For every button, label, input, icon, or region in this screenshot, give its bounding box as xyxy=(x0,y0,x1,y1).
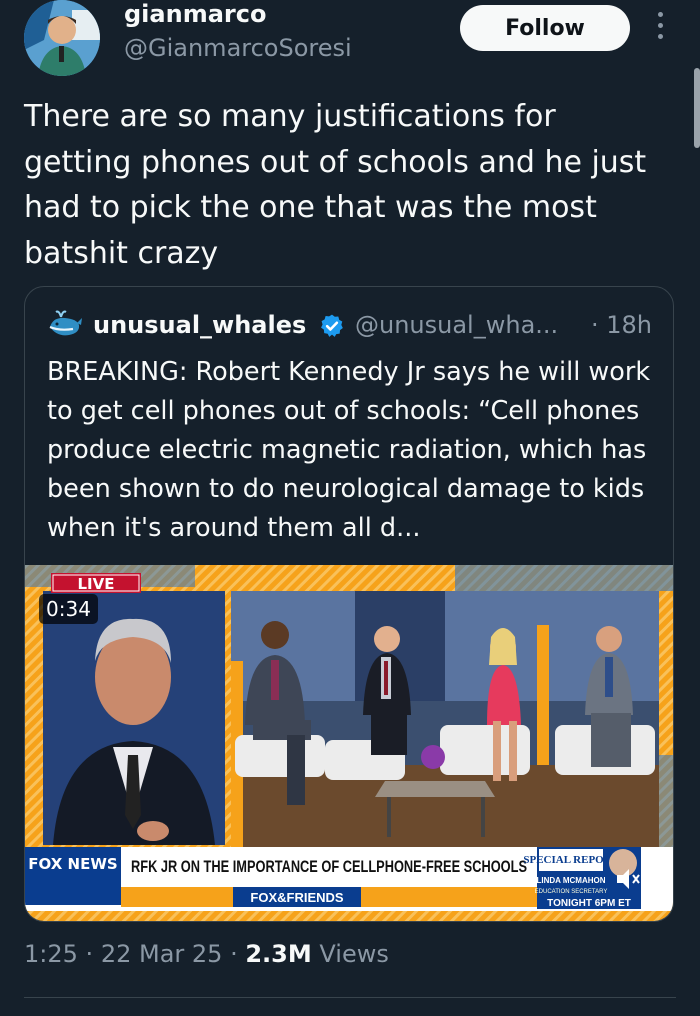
video-duration: 0:34 xyxy=(39,594,98,624)
avatar-photo xyxy=(24,0,100,76)
quoted-timestamp[interactable]: · 18h xyxy=(591,311,652,339)
interview-panel xyxy=(43,591,225,845)
promo-time: TONIGHT 6PM ET xyxy=(547,898,631,909)
scrollbar[interactable] xyxy=(694,68,700,148)
views-label: Views xyxy=(319,940,389,968)
whale-avatar-icon[interactable] xyxy=(47,307,83,343)
author-display-name[interactable]: gianmarco xyxy=(124,0,266,28)
promo-role: EDUCATION SECRETARY xyxy=(535,889,608,895)
post-time[interactable]: 1:25 xyxy=(24,940,78,968)
quoted-author-name[interactable]: unusual_whales xyxy=(93,311,306,339)
promo-host: LINDA MCMAHON xyxy=(536,876,605,885)
follow-button[interactable]: Follow xyxy=(460,5,630,51)
divider xyxy=(24,997,676,998)
more-options-icon[interactable] xyxy=(658,12,664,46)
tweet-meta: 1:25 · 22 Mar 25 · 2.3M Views xyxy=(24,940,389,968)
quoted-tweet-text: BREAKING: Robert Kennedy Jr says he will… xyxy=(47,357,651,543)
promo-title: SPECIAL REPORT xyxy=(523,854,619,866)
author-handle[interactable]: @GianmarcoSoresi xyxy=(124,34,352,62)
avatar[interactable] xyxy=(24,0,100,76)
show-name: FOX&FRIENDS xyxy=(250,890,344,905)
tweet-header: gianmarco @GianmarcoSoresi Follow xyxy=(24,0,684,80)
studio-panel xyxy=(231,591,659,847)
views-count: 2.3M xyxy=(245,940,312,968)
tweet-text: There are so many justifications for get… xyxy=(24,99,647,271)
quoted-tweet[interactable]: unusual_whales @unusual_wha... · 18h BRE… xyxy=(24,286,674,922)
video-frame: LIVE FOX NEWS RFK JR ON THE IMPORTANCE O… xyxy=(25,565,673,921)
video-player[interactable]: LIVE FOX NEWS RFK JR ON THE IMPORTANCE O… xyxy=(25,565,673,921)
quoted-author-handle[interactable]: @unusual_wha... xyxy=(355,311,558,339)
network-logo: FOX NEWS xyxy=(28,855,117,873)
chyron-text: RFK JR ON THE IMPORTANCE OF CELLPHONE-FR… xyxy=(131,857,527,876)
verified-badge-icon xyxy=(321,314,343,337)
post-date[interactable]: 22 Mar 25 xyxy=(101,940,223,968)
live-label: LIVE xyxy=(78,575,115,593)
